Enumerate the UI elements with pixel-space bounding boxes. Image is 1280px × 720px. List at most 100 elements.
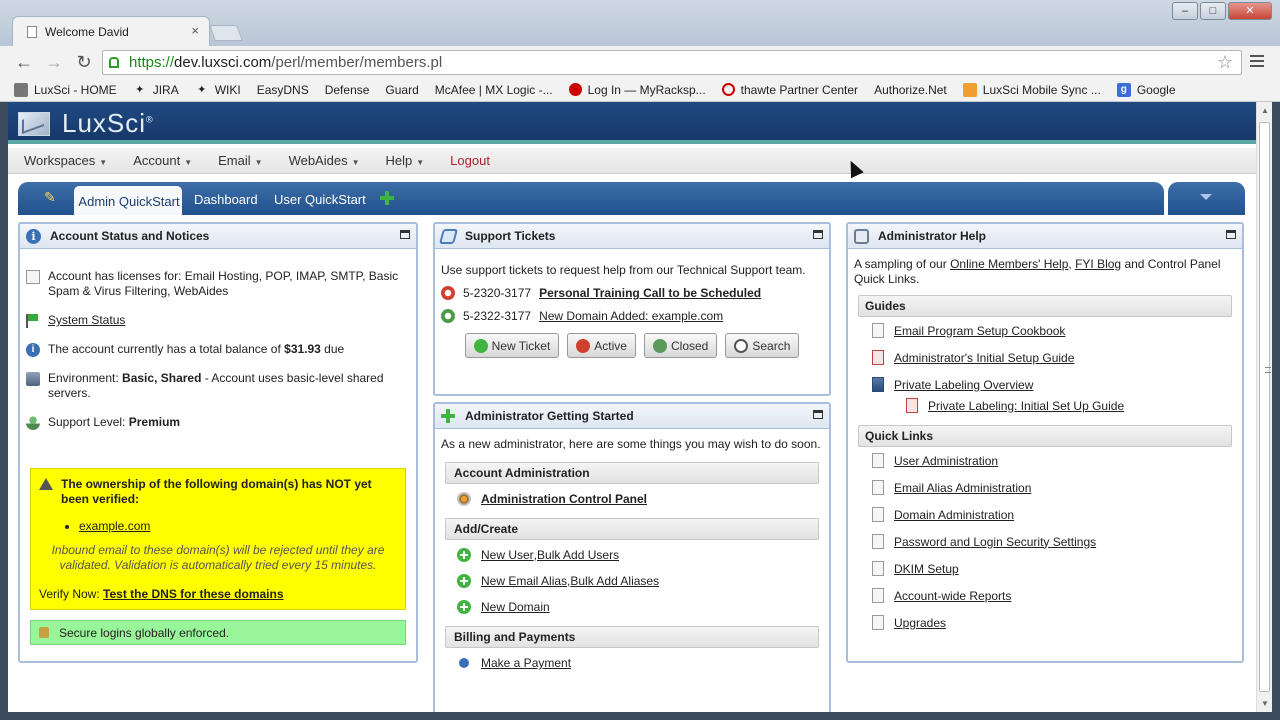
- guide-link[interactable]: Private Labeling Overview: [894, 378, 1033, 392]
- sub-guide-link[interactable]: Private Labeling: Initial Set Up Guide: [928, 399, 1124, 413]
- maximize-panel-icon[interactable]: [813, 410, 823, 419]
- online-members-help-link[interactable]: Online Members' Help: [950, 257, 1068, 271]
- maximize-panel-icon[interactable]: [813, 230, 823, 239]
- list-item: Email Program Setup Cookbook: [872, 323, 1242, 338]
- document-icon: [872, 480, 884, 495]
- ticket-row: 5-2320-3177 Personal Training Call to be…: [441, 286, 823, 300]
- new-domain-link[interactable]: New Domain: [481, 600, 550, 614]
- maximize-button[interactable]: □: [1200, 2, 1226, 20]
- luxsci-logo[interactable]: LuxSci®: [18, 108, 154, 139]
- closed-tickets-button[interactable]: Closed: [643, 333, 718, 358]
- bulk-add-aliases-link[interactable]: Bulk Add Aliases: [570, 574, 659, 588]
- active-icon: [576, 338, 591, 353]
- bookmark-item[interactable]: McAfee | MX Logic -...: [8, 83, 553, 193]
- new-tab-button[interactable]: [209, 25, 243, 41]
- bookmark-item[interactable]: ✦ JIRA: [133, 83, 179, 97]
- quick-link[interactable]: User Administration: [894, 454, 998, 468]
- quick-link[interactable]: Account-wide Reports: [894, 589, 1011, 603]
- ticket-row: 5-2322-3177 New Domain Added: example.co…: [441, 309, 823, 323]
- menu-account[interactable]: Account ▼: [133, 153, 192, 168]
- ticket-subject-link[interactable]: Personal Training Call to be Scheduled: [539, 286, 761, 300]
- list-item: New User, Bulk Add Users: [457, 548, 829, 562]
- bookmark-item[interactable]: LuxSci Mobile Sync ...: [962, 82, 1101, 97]
- add-tab-plus-icon[interactable]: [380, 191, 394, 208]
- jira-icon: ✦: [135, 84, 145, 96]
- maximize-panel-icon[interactable]: [1226, 230, 1236, 239]
- new-ticket-button[interactable]: New Ticket: [464, 333, 560, 358]
- close-window-button[interactable]: ✕: [1228, 2, 1272, 20]
- panel-header: Administrator Help: [848, 224, 1242, 249]
- forward-arrow-icon[interactable]: →: [44, 52, 64, 72]
- menu-webaides[interactable]: WebAides ▼: [289, 153, 360, 168]
- chrome-menu-icon[interactable]: [1250, 55, 1264, 67]
- bulk-add-users-link[interactable]: Bulk Add Users: [537, 548, 619, 562]
- bookmark-item[interactable]: g Google: [1116, 82, 1176, 97]
- address-bar[interactable]: https://dev.luxsci.com/perl/member/membe…: [102, 50, 1242, 75]
- bookmark-item[interactable]: thawte Partner Center: [721, 83, 858, 97]
- minimize-button[interactable]: –: [1172, 2, 1198, 20]
- bookmark-item[interactable]: Guard: [8, 83, 419, 193]
- scroll-grip-icon: [1265, 367, 1271, 373]
- test-dns-link[interactable]: Test the DNS for these domains: [103, 587, 283, 601]
- bookmark-item[interactable]: EasyDNS: [8, 83, 309, 193]
- rackspace-icon: [568, 83, 582, 96]
- list-item: Email Alias Administration: [872, 480, 1242, 495]
- bookmark-item[interactable]: Authorize.Net: [8, 83, 947, 193]
- quick-link[interactable]: Upgrades: [894, 616, 946, 630]
- active-tickets-button[interactable]: Active: [567, 333, 636, 358]
- menu-workspaces[interactable]: Workspaces ▼: [24, 153, 107, 168]
- list-item: Private Labeling Overview: [872, 377, 1242, 392]
- tab-dashboard[interactable]: Dashboard: [194, 192, 258, 207]
- maximize-panel-icon[interactable]: [400, 230, 410, 239]
- document-icon: [872, 588, 884, 603]
- new-user-link[interactable]: New User: [481, 548, 534, 562]
- logout-link[interactable]: Logout: [450, 153, 490, 168]
- add-icon: [473, 338, 488, 353]
- menu-email[interactable]: Email ▼: [218, 153, 262, 168]
- scrollbar-thumb[interactable]: [1259, 122, 1271, 692]
- list-item: Domain Administration: [872, 507, 1242, 522]
- domain-link[interactable]: example.com: [79, 519, 150, 533]
- scroll-down-arrow-icon[interactable]: ▼: [1261, 699, 1269, 708]
- support-level-row: Support Level: Premium: [26, 415, 410, 430]
- pencil-icon[interactable]: ✎: [44, 189, 56, 206]
- search-tickets-button[interactable]: Search: [725, 333, 800, 358]
- secure-login-notice: Secure logins globally enforced.: [30, 620, 406, 645]
- admin-control-panel-link[interactable]: Administration Control Panel: [481, 492, 647, 506]
- new-email-alias-link[interactable]: New Email Alias: [481, 574, 567, 588]
- account-admin-section-header: Account Administration: [445, 462, 819, 484]
- ticket-subject-link[interactable]: New Domain Added: example.com: [539, 309, 723, 323]
- quick-link[interactable]: Email Alias Administration: [894, 481, 1031, 495]
- ticket-closed-icon: [441, 309, 455, 323]
- guide-link[interactable]: Email Program Setup Cookbook: [894, 324, 1065, 338]
- browser-tab-active[interactable]: Welcome David ×: [12, 16, 210, 46]
- panel-header: i Account Status and Notices: [20, 224, 416, 249]
- quick-links-section-header: Quick Links: [858, 425, 1232, 447]
- page-scrollbar[interactable]: ▲ ▼: [1256, 102, 1272, 712]
- back-arrow-icon[interactable]: ←: [14, 52, 34, 72]
- support-tickets-panel: Support Tickets Use support tickets to r…: [433, 222, 831, 396]
- flag-icon: [26, 314, 40, 328]
- reload-icon[interactable]: ↻: [74, 52, 94, 72]
- document-icon: [26, 270, 40, 284]
- tab-close-icon[interactable]: ×: [191, 23, 199, 38]
- quick-link[interactable]: Password and Login Security Settings: [894, 535, 1096, 549]
- admin-help-panel: Administrator Help A sampling of our Onl…: [846, 222, 1244, 663]
- fyi-blog-link[interactable]: FYI Blog: [1075, 257, 1121, 271]
- bookmark-item[interactable]: Log In — MyRacksp...: [568, 83, 706, 97]
- scroll-up-arrow-icon[interactable]: ▲: [1261, 106, 1269, 115]
- make-payment-link[interactable]: Make a Payment: [481, 656, 571, 670]
- system-status-link[interactable]: System Status: [48, 313, 125, 328]
- menu-help[interactable]: Help ▼: [386, 153, 425, 168]
- list-item: Account-wide Reports: [872, 588, 1242, 603]
- quick-link[interactable]: DKIM Setup: [894, 562, 959, 576]
- tab-user-quickstart[interactable]: User QuickStart: [274, 192, 366, 207]
- bookmark-item[interactable]: ✦ WIKI: [195, 83, 241, 97]
- tab-admin-quickstart[interactable]: Admin QuickStart: [74, 186, 182, 215]
- tabbar-dropdown[interactable]: [1168, 182, 1245, 215]
- guide-link[interactable]: Administrator's Initial Setup Guide: [894, 351, 1074, 365]
- bookmark-star-icon[interactable]: ☆: [1217, 52, 1233, 73]
- quick-link[interactable]: Domain Administration: [894, 508, 1014, 522]
- bookmark-item[interactable]: Defense: [8, 83, 369, 193]
- bookmark-item[interactable]: LuxSci - HOME: [14, 82, 117, 97]
